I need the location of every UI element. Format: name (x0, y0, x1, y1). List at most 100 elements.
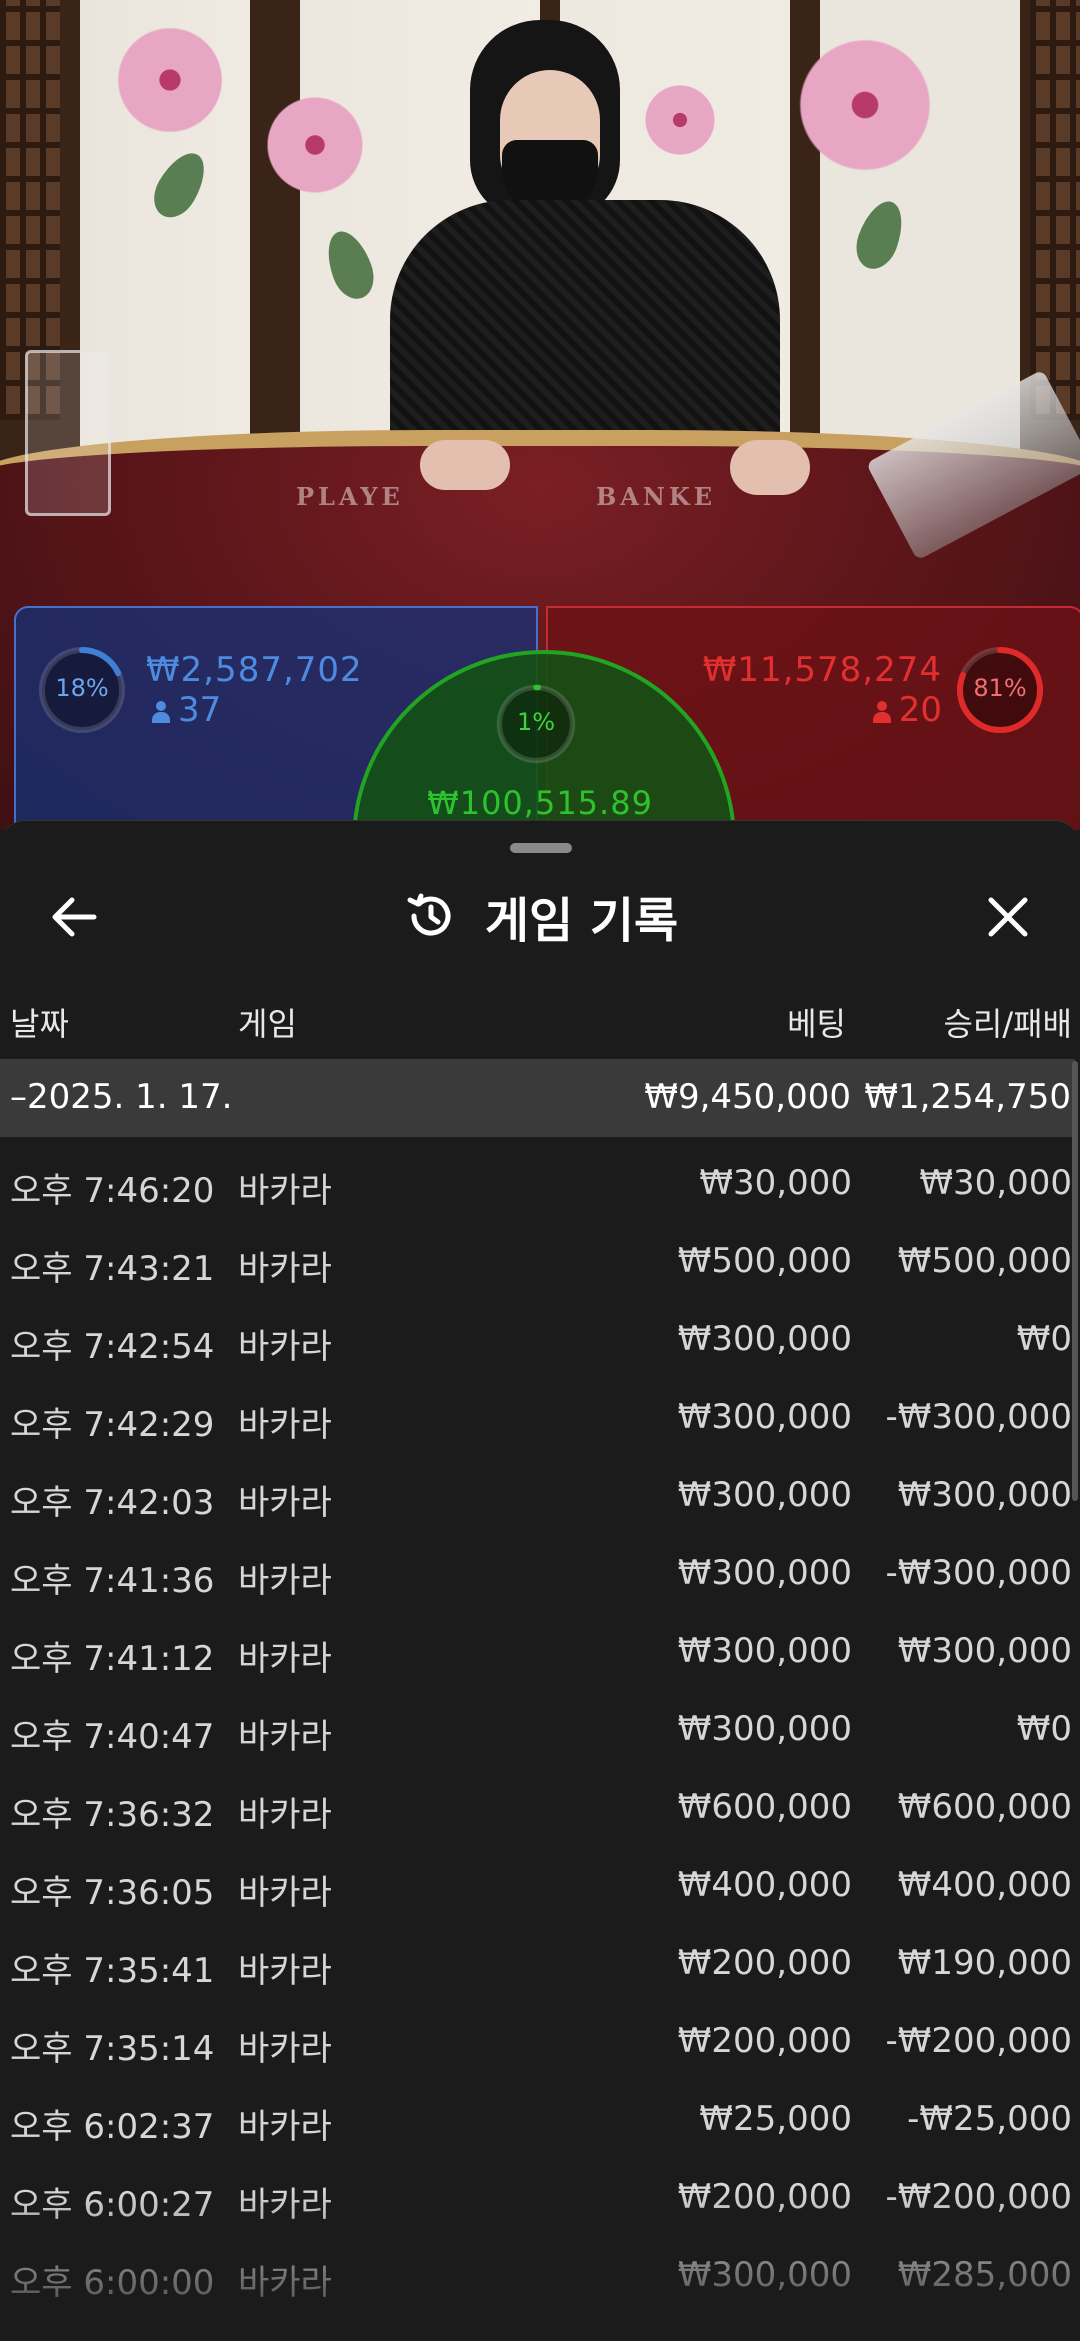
history-list: 오후 7:46:20 바카라 ₩30,000 ₩30,000 오후 7:43:21 바카라… (0, 1141, 1080, 2311)
history-row[interactable]: 오후 7:41:36 바카라 ₩300,000 -₩300,000 (0, 1531, 1080, 1609)
column-header-result[interactable]: 승리/패배 (943, 999, 1072, 1045)
row-time: 오후 7:42:29 (10, 1405, 215, 1445)
row-bet: ₩300,000 (677, 2255, 852, 2295)
flower-decoration (790, 30, 940, 180)
history-row[interactable]: 오후 7:36:32 바카라 ₩600,000 ₩600,000 (0, 1765, 1080, 1843)
row-time: 오후 7:46:20 (10, 1171, 215, 1211)
history-row[interactable]: 오후 6:00:27 바카라 ₩200,000 -₩200,000 (0, 2155, 1080, 2233)
row-time: 오후 7:35:14 (10, 2029, 215, 2069)
row-result: ₩300,000 (897, 1475, 1072, 1515)
row-time: 오후 7:42:54 (10, 1327, 215, 1367)
row-result: -₩300,000 (885, 1397, 1073, 1437)
row-game: 바카라 (238, 2263, 332, 2303)
row-bet: ₩500,000 (677, 1241, 852, 1281)
banker-bet-amount: ₩11,578,274 (702, 650, 942, 690)
row-bet: ₩300,000 (677, 1631, 852, 1671)
history-row[interactable]: 오후 7:46:20 바카라 ₩30,000 ₩30,000 (0, 1141, 1080, 1219)
date-group-row[interactable]: –2025. 1. 17. ₩9,450,000 ₩1,254,750 (0, 1059, 1075, 1137)
history-row[interactable]: 오후 7:35:41 바카라 ₩200,000 ₩190,000 (0, 1921, 1080, 1999)
player-percent: 18% (55, 674, 109, 702)
row-game: 바카라 (238, 1405, 332, 1445)
player-bet-amount: ₩2,587,702 (146, 650, 363, 690)
row-result: ₩285,000 (897, 2255, 1072, 2295)
history-row[interactable]: 오후 7:43:21 바카라 ₩500,000 ₩500,000 (0, 1219, 1080, 1297)
player-count: 37 (152, 690, 221, 730)
tie-percent: 1% (516, 708, 556, 736)
history-row[interactable]: 오후 7:36:05 바카라 ₩400,000 ₩400,000 (0, 1843, 1080, 1921)
row-time: 오후 7:41:36 (10, 1561, 215, 1601)
row-time: 오후 7:35:41 (10, 1951, 215, 1991)
row-game: 바카라 (238, 1873, 332, 1913)
row-game: 바카라 (238, 1951, 332, 1991)
live-video: PLAYE BANKE 18% ₩2,587,702 37 ₩11,578,27… (0, 0, 1080, 830)
row-game: 바카라 (238, 2029, 332, 2069)
row-bet: ₩200,000 (677, 2021, 852, 2061)
table-label-banker: BANKE (596, 482, 716, 511)
row-result: ₩0 (1016, 1319, 1072, 1359)
scrollbar[interactable] (1072, 1061, 1078, 1501)
history-row[interactable]: 오후 7:42:03 바카라 ₩300,000 ₩300,000 (0, 1453, 1080, 1531)
close-button[interactable] (978, 887, 1038, 947)
row-time: 오후 7:36:32 (10, 1795, 215, 1835)
history-row[interactable]: 오후 7:40:47 바카라 ₩300,000 ₩0 (0, 1687, 1080, 1765)
dealer-hand (420, 440, 510, 490)
history-row[interactable]: 오후 6:00:00 바카라 ₩300,000 ₩285,000 (0, 2233, 1080, 2311)
player-percent-gauge: 18% (36, 644, 128, 736)
close-icon (988, 897, 1028, 937)
row-time: 오후 7:42:03 (10, 1483, 215, 1523)
row-result: -₩200,000 (885, 2177, 1073, 2217)
row-game: 바카라 (238, 1717, 332, 1757)
row-bet: ₩300,000 (677, 1709, 852, 1749)
row-result: ₩400,000 (897, 1865, 1072, 1905)
date-group-bet-total: ₩9,450,000 (644, 1077, 851, 1117)
row-result: ₩0 (1016, 1709, 1072, 1749)
history-row[interactable]: 오후 6:02:37 바카라 ₩25,000 -₩25,000 (0, 2077, 1080, 2155)
row-time: 오후 7:40:47 (10, 1717, 215, 1757)
row-time: 오후 6:02:37 (10, 2107, 215, 2147)
row-bet: ₩300,000 (677, 1319, 852, 1359)
row-bet: ₩200,000 (677, 2177, 852, 2217)
dealer-hand (730, 440, 810, 495)
flower-decoration (640, 80, 720, 160)
row-game: 바카라 (238, 1171, 332, 1211)
row-result: ₩30,000 (919, 1163, 1072, 1203)
drag-handle[interactable] (510, 843, 572, 853)
row-result: ₩300,000 (897, 1631, 1072, 1671)
row-result: -₩200,000 (885, 2021, 1073, 2061)
row-game: 바카라 (238, 1639, 332, 1679)
row-time: 오후 7:41:12 (10, 1639, 215, 1679)
date-group-label: –2025. 1. 17. (10, 1077, 233, 1117)
row-bet: ₩30,000 (699, 1163, 852, 1203)
banker-percent: 81% (973, 674, 1027, 702)
row-bet: ₩200,000 (677, 1943, 852, 1983)
row-bet: ₩300,000 (677, 1397, 852, 1437)
history-row[interactable]: 오후 7:42:29 바카라 ₩300,000 -₩300,000 (0, 1375, 1080, 1453)
history-row[interactable]: 오후 7:35:14 바카라 ₩200,000 -₩200,000 (0, 1999, 1080, 2077)
column-header-bet[interactable]: 베팅 (787, 999, 846, 1045)
banker-count: 20 (872, 690, 942, 730)
row-bet: ₩300,000 (677, 1475, 852, 1515)
lattice-panel-right (1030, 0, 1080, 420)
history-row[interactable]: 오후 7:41:12 바카라 ₩300,000 ₩300,000 (0, 1609, 1080, 1687)
row-result: ₩600,000 (897, 1787, 1072, 1827)
row-result: -₩25,000 (907, 2099, 1072, 2139)
history-row[interactable]: 오후 7:42:54 바카라 ₩300,000 ₩0 (0, 1297, 1080, 1375)
row-time: 오후 7:36:05 (10, 1873, 215, 1913)
row-result: ₩190,000 (897, 1943, 1072, 1983)
game-history-sheet: 게임 기록 날짜 게임 베팅 승리/패배 –2025. 1. 17. ₩9,45… (0, 820, 1080, 2341)
sheet-header: 게임 기록 (0, 881, 1080, 951)
banker-percent-gauge: 81% (954, 644, 1046, 736)
column-header-game[interactable]: 게임 (238, 999, 297, 1045)
column-header-date[interactable]: 날짜 (10, 999, 69, 1045)
row-game: 바카라 (238, 1795, 332, 1835)
row-time: 오후 7:43:21 (10, 1249, 215, 1289)
history-icon (407, 893, 451, 936)
row-bet: ₩400,000 (677, 1865, 852, 1905)
tie-bet-amount: ₩100,515.89 (427, 784, 653, 822)
row-bet: ₩600,000 (677, 1787, 852, 1827)
flower-decoration (260, 90, 370, 200)
row-result: -₩300,000 (885, 1553, 1073, 1593)
person-icon (872, 700, 891, 723)
row-bet: ₩25,000 (699, 2099, 852, 2139)
row-time: 오후 6:00:00 (10, 2263, 215, 2303)
